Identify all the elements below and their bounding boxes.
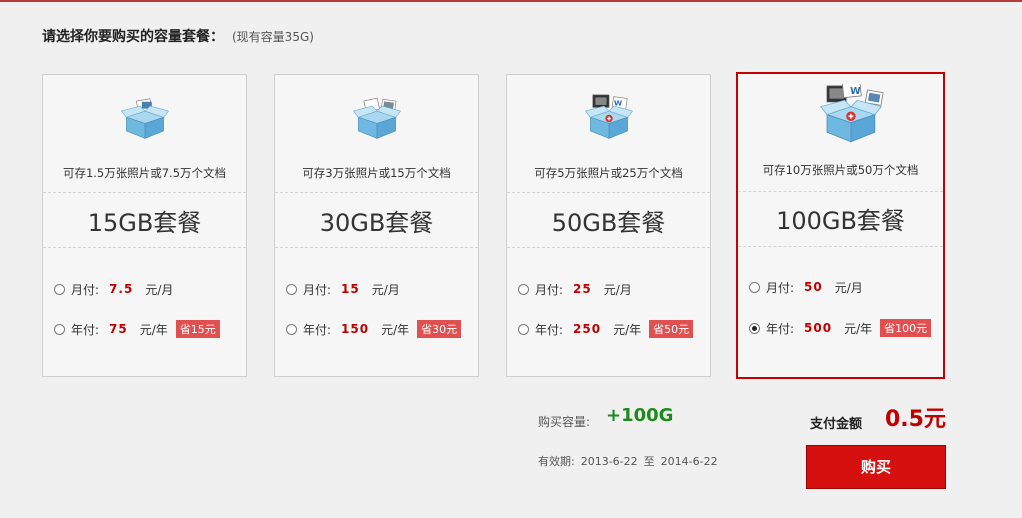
yearly-price: 150 <box>341 322 370 336</box>
yearly-radio-selected[interactable] <box>749 322 760 334</box>
yearly-unit: 元/年 <box>844 321 873 336</box>
plan-name: 30GB套餐 <box>319 209 434 237</box>
monthly-radio[interactable] <box>749 281 760 293</box>
monthly-unit: 元/月 <box>834 280 863 295</box>
yearly-option[interactable]: 年付: 75 元/年 省15元 <box>54 319 220 339</box>
yearly-label: 年付: <box>766 321 795 336</box>
current-capacity-note: (现有容量35G) <box>232 30 314 44</box>
capacity-description: 可存1.5万张照片或7.5万个文档 <box>62 166 227 180</box>
capacity-description: 可存3万张照片或15万个文档 <box>302 166 451 180</box>
box-full-icon: W <box>820 84 884 143</box>
divider <box>738 246 943 247</box>
monthly-price: 15 <box>341 282 360 296</box>
svg-text:W: W <box>850 86 861 97</box>
box-photo-icon <box>121 98 169 139</box>
yearly-radio[interactable] <box>286 323 297 335</box>
monthly-radio[interactable] <box>286 283 297 295</box>
top-divider <box>0 0 1022 2</box>
buy-button[interactable]: 购买 <box>806 445 946 489</box>
monthly-unit: 元/月 <box>371 282 400 297</box>
plan-name: 15GB套餐 <box>87 209 202 237</box>
monthly-label: 月付: <box>71 282 100 297</box>
validity-start: 2013-6-22 <box>580 455 638 468</box>
validity-to: 至 <box>643 455 655 468</box>
saving-badge: 省50元 <box>649 320 694 338</box>
monthly-label: 月付: <box>535 282 564 297</box>
yearly-label: 年付: <box>71 322 100 337</box>
monthly-option[interactable]: 月付: 7.5 元/月 <box>54 279 173 299</box>
payment-amount-label: 支付金额 <box>810 417 863 432</box>
saving-badge: 省100元 <box>880 319 932 337</box>
monthly-label: 月付: <box>766 280 795 295</box>
monthly-radio[interactable] <box>518 283 529 295</box>
yearly-radio[interactable] <box>54 323 65 335</box>
yearly-unit: 元/年 <box>139 322 168 337</box>
divider <box>275 247 478 248</box>
monthly-option[interactable]: 月付: 15 元/月 <box>286 279 400 299</box>
plan-card-30gb[interactable]: 可存3万张照片或15万个文档 30GB套餐 月付: 15 元/月 年付: 150… <box>274 74 479 377</box>
yearly-label: 年付: <box>303 322 332 337</box>
yearly-price: 500 <box>804 321 833 335</box>
yearly-price: 75 <box>109 322 128 336</box>
monthly-option[interactable]: 月付: 50 元/月 <box>749 277 863 297</box>
purchase-capacity-label: 购买容量: <box>538 415 591 429</box>
validity-period: 有效期: 2013-6-22 至 2014-6-22 <box>538 453 724 469</box>
plan-card-15gb[interactable]: 可存1.5万张照片或7.5万个文档 15GB套餐 月付: 7.5 元/月 年付:… <box>42 74 247 377</box>
box-photos-icon <box>353 97 401 139</box>
plan-name: 50GB套餐 <box>551 209 666 237</box>
yearly-option[interactable]: 年付: 500 元/年 省100元 <box>749 318 932 338</box>
yearly-price: 250 <box>573 322 602 336</box>
validity-end: 2014-6-22 <box>660 455 718 468</box>
monthly-unit: 元/月 <box>145 282 174 297</box>
plan-name: 100GB套餐 <box>776 207 905 235</box>
yearly-label: 年付: <box>535 322 564 337</box>
monthly-label: 月付: <box>303 282 332 297</box>
purchase-capacity-value: +100G <box>606 405 674 426</box>
monthly-unit: 元/月 <box>603 282 632 297</box>
plan-card-50gb[interactable]: W 可存5万张照片或25万个文档 50GB套餐 月付: 25 元/月 年付: 2… <box>506 74 711 377</box>
divider <box>43 192 246 193</box>
yearly-unit: 元/年 <box>613 322 642 337</box>
yearly-radio[interactable] <box>518 323 529 335</box>
page-title-text: 请选择你要购买的容量套餐： <box>42 29 224 45</box>
monthly-radio[interactable] <box>54 283 65 295</box>
page-title: 请选择你要购买的容量套餐： (现有容量35G) <box>42 26 314 46</box>
monthly-price: 50 <box>804 280 823 294</box>
capacity-description: 可存5万张照片或25万个文档 <box>534 166 683 180</box>
divider <box>507 192 710 193</box>
divider <box>275 192 478 193</box>
saving-badge: 省30元 <box>417 320 462 338</box>
monthly-price: 7.5 <box>109 282 134 296</box>
yearly-option[interactable]: 年付: 150 元/年 省30元 <box>286 319 462 339</box>
yearly-option[interactable]: 年付: 250 元/年 省50元 <box>518 319 694 339</box>
capacity-description: 可存10万张照片或50万个文档 <box>762 163 919 177</box>
monthly-price: 25 <box>573 282 592 296</box>
box-media-icon: W <box>585 94 633 139</box>
divider <box>507 247 710 248</box>
divider <box>43 247 246 248</box>
payment-amount-value: 0.5元 <box>885 407 946 432</box>
plan-card-100gb[interactable]: W 可存10万张照片或50万个文档 100GB套餐 月付: 50 元/月 年付:… <box>736 72 945 379</box>
saving-badge: 省15元 <box>175 320 220 338</box>
validity-label: 有效期: <box>538 455 575 468</box>
divider <box>738 191 943 192</box>
monthly-option[interactable]: 月付: 25 元/月 <box>518 279 632 299</box>
yearly-unit: 元/年 <box>381 322 410 337</box>
